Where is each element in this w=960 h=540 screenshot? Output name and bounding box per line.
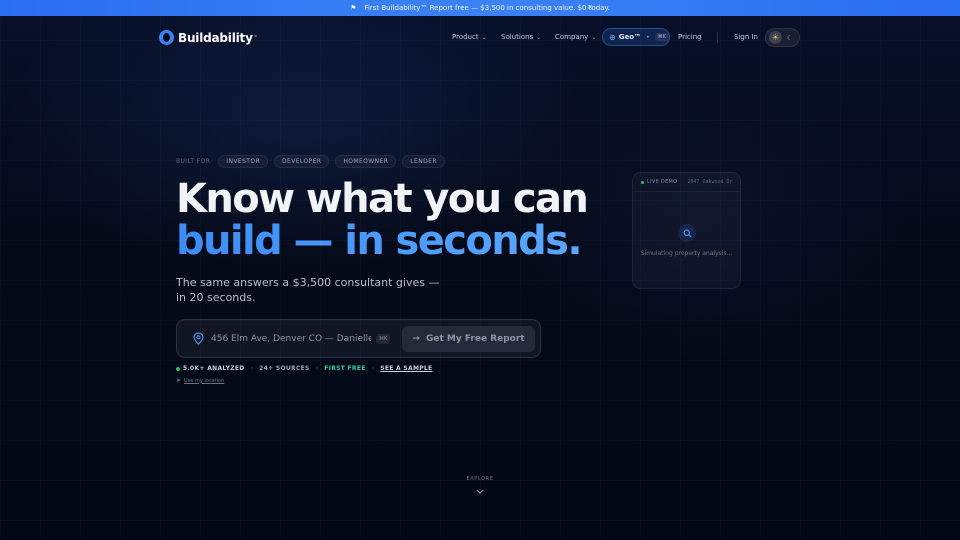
chevron-down-icon: ⌄: [536, 33, 542, 41]
chevron-down-icon[interactable]: [474, 487, 486, 497]
use-location-link[interactable]: ➤ Use my location: [176, 377, 224, 384]
tag-icon: ⚑: [350, 4, 357, 12]
use-location-label: Use my location: [184, 377, 225, 384]
separator-dot: ·: [315, 365, 319, 372]
headline-line-2: build — in seconds.: [176, 220, 587, 262]
nav-item-solutions[interactable]: Solutions ⌄: [501, 33, 541, 41]
hero-subhead: The same answers a $3,500 consultant giv…: [176, 276, 440, 304]
address-search-box: ⌘K → Get My Free Report: [176, 319, 541, 358]
stat-first-free: FIRST FREE: [324, 365, 366, 372]
close-icon[interactable]: ×: [587, 3, 593, 11]
chip-investor[interactable]: INVESTOR: [218, 155, 269, 168]
live-dot-icon: [176, 366, 180, 371]
nav-item-label: Product: [452, 33, 479, 41]
live-demo-card: LIVE DEMO 2847 Oakwood Dr Simulating pro…: [632, 172, 741, 289]
demo-header: LIVE DEMO 2847 Oakwood Dr: [641, 179, 733, 185]
stat-analyzed: 5.0K+ ANALYZED: [183, 365, 245, 372]
built-for-label: BUILT FOR: [176, 158, 211, 165]
demo-address: 2847 Oakwood Dr: [687, 179, 733, 185]
get-report-button[interactable]: → Get My Free Report: [402, 326, 535, 352]
background-grid: [0, 0, 960, 540]
live-dot-icon: [641, 180, 644, 184]
see-sample-link[interactable]: SEE A SAMPLE: [380, 365, 432, 372]
get-report-label: Get My Free Report: [425, 334, 525, 344]
map-pin-icon: [193, 332, 204, 345]
demo-status: Simulating property analysis...: [640, 250, 733, 257]
audience-chips: BUILT FOR INVESTOR DEVELOPER HOMEOWNER L…: [176, 155, 451, 168]
headline-line-1: Know what you can: [176, 176, 589, 222]
stats-row: 5.0K+ ANALYZED · 24+ SOURCES · FIRST FRE…: [176, 365, 432, 372]
globe-icon: ⊕: [609, 32, 616, 42]
sign-in-label: Sign In: [734, 33, 758, 41]
nav-item-label: Company: [555, 33, 589, 41]
explore-label: EXPLORE: [466, 476, 494, 482]
sign-in-link[interactable]: Sign In: [734, 33, 758, 41]
separator-dot: ·: [371, 365, 375, 372]
chevron-down-icon: ⌄: [591, 33, 597, 41]
chip-homeowner[interactable]: HOMEOWNER: [335, 155, 397, 168]
nav-item-pricing[interactable]: Pricing: [678, 33, 702, 41]
geo-label: Geo™: [618, 33, 642, 41]
demo-divider: [633, 191, 740, 192]
nav-item-label: Pricing: [678, 33, 702, 41]
sun-icon: ☀: [769, 31, 782, 44]
stat-sources: 24+ SOURCES: [259, 365, 310, 372]
search-icon: [678, 224, 696, 242]
top-navigation: Buildability ™ Product ⌄ Solutions ⌄ Com…: [0, 24, 960, 52]
logo-trademark: ™: [252, 34, 258, 41]
announcement-banner: ⚑ First Buildability™ Report free — $3,5…: [0, 0, 960, 16]
chip-developer[interactable]: DEVELOPER: [274, 155, 330, 168]
arrow-right-icon: →: [412, 334, 420, 344]
search-shortcut: ⌘K: [376, 334, 391, 344]
separator-dot: •: [646, 33, 650, 41]
nav-divider: [717, 32, 718, 43]
theme-toggle[interactable]: ☀ ☾: [765, 28, 800, 47]
logo[interactable]: Buildability ™: [159, 30, 258, 45]
chevron-down-icon: ⌄: [481, 33, 487, 41]
live-demo-label: LIVE DEMO: [647, 179, 678, 185]
nav-item-company[interactable]: Company ⌄: [555, 33, 596, 41]
logo-text: Buildability: [178, 30, 253, 45]
logo-mark-icon: [159, 30, 174, 45]
address-input[interactable]: [211, 331, 371, 347]
moon-icon: ☾: [786, 33, 793, 42]
nav-item-product[interactable]: Product ⌄: [452, 33, 487, 41]
background-glow: [0, 0, 960, 540]
chip-lender[interactable]: LENDER: [402, 155, 445, 168]
geo-button[interactable]: ⊕ Geo™ • ⌘K: [602, 28, 670, 46]
location-arrow-icon: ➤: [176, 377, 182, 384]
nav-item-label: Solutions: [501, 33, 534, 41]
geo-shortcut: ⌘K: [654, 33, 669, 41]
separator-dot: ·: [250, 365, 254, 372]
hero-headline: Know what you can build — in seconds.: [176, 176, 589, 262]
banner-text: First Buildability™ Report free — $3,500…: [364, 4, 610, 12]
